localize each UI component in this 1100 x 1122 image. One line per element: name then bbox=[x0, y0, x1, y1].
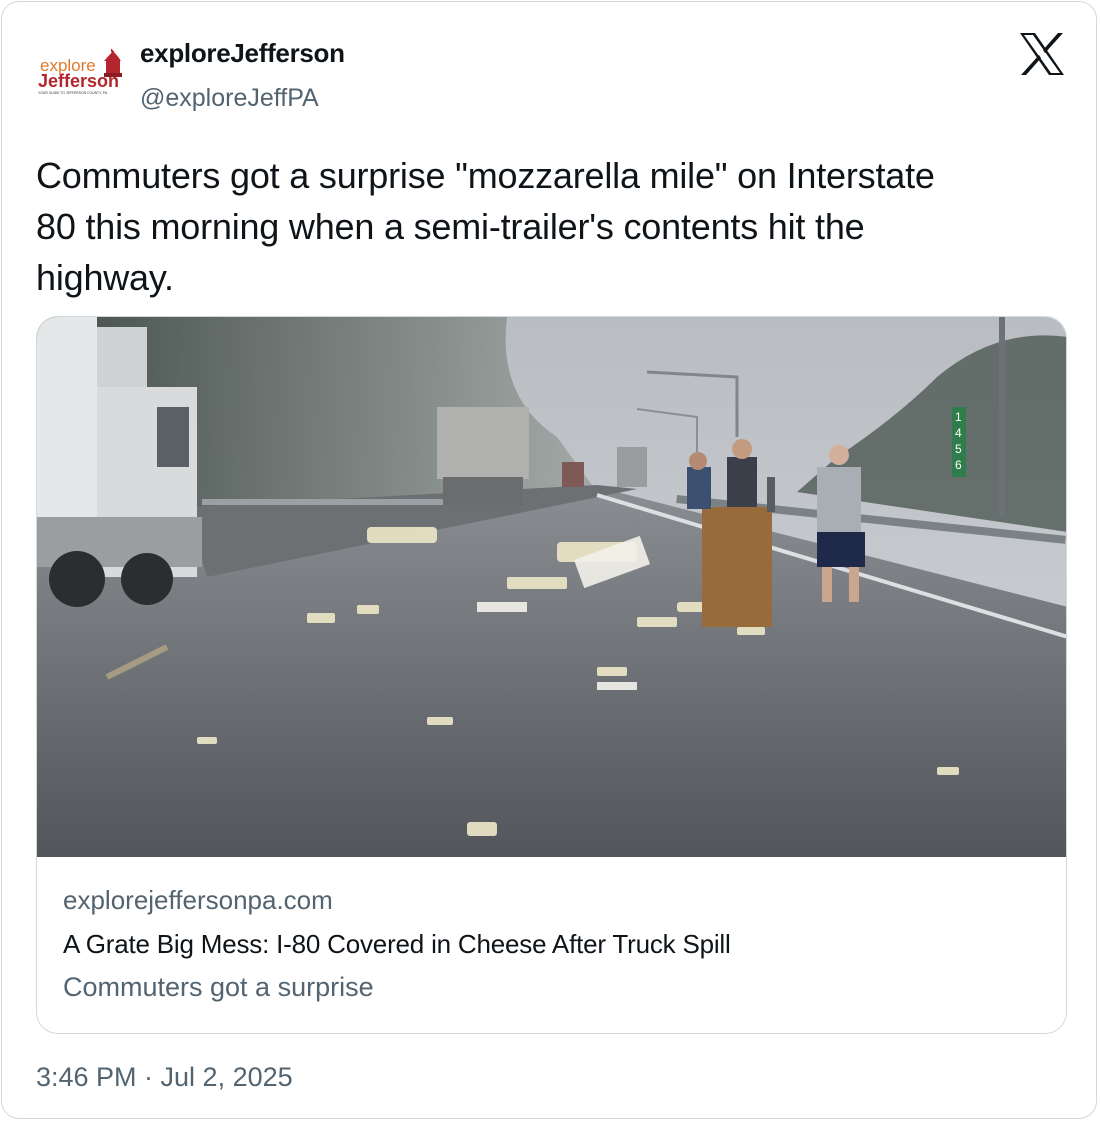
svg-text:5: 5 bbox=[955, 442, 962, 456]
svg-text:6: 6 bbox=[955, 458, 962, 472]
tweet-text: Commuters got a surprise "mozzarella mil… bbox=[36, 155, 935, 298]
author-display-name[interactable]: exploreJefferson bbox=[140, 38, 345, 69]
tweet-timestamp[interactable]: 3:46 PM · Jul 2, 2025 bbox=[36, 1062, 293, 1093]
svg-text:4: 4 bbox=[955, 426, 962, 440]
link-domain[interactable]: explorejeffersonpa.com bbox=[63, 885, 333, 916]
svg-text:Jefferson: Jefferson bbox=[38, 71, 119, 91]
explore-jefferson-logo: explore Jefferson YOUR GUIDE TO JEFFERSO… bbox=[36, 37, 126, 127]
link-title[interactable]: A Grate Big Mess: I-80 Covered in Cheese… bbox=[63, 929, 731, 960]
tweet-card: explore Jefferson YOUR GUIDE TO JEFFERSO… bbox=[1, 1, 1097, 1119]
author-handle[interactable]: @exploreJeffPA bbox=[140, 84, 319, 113]
x-logo-icon[interactable] bbox=[1018, 32, 1066, 76]
link-description[interactable]: Commuters got a surprise bbox=[63, 972, 374, 1003]
link-preview-card[interactable]: 1 4 5 6 explorejeffersonpa.com A Grate B… bbox=[36, 316, 1067, 1034]
svg-text:YOUR GUIDE TO JEFFERSON COUNTY: YOUR GUIDE TO JEFFERSON COUNTY, PA bbox=[38, 91, 108, 95]
author-avatar[interactable]: explore Jefferson YOUR GUIDE TO JEFFERSO… bbox=[36, 37, 126, 127]
svg-text:1: 1 bbox=[955, 410, 962, 424]
link-preview-image[interactable]: 1 4 5 6 bbox=[37, 317, 1067, 857]
